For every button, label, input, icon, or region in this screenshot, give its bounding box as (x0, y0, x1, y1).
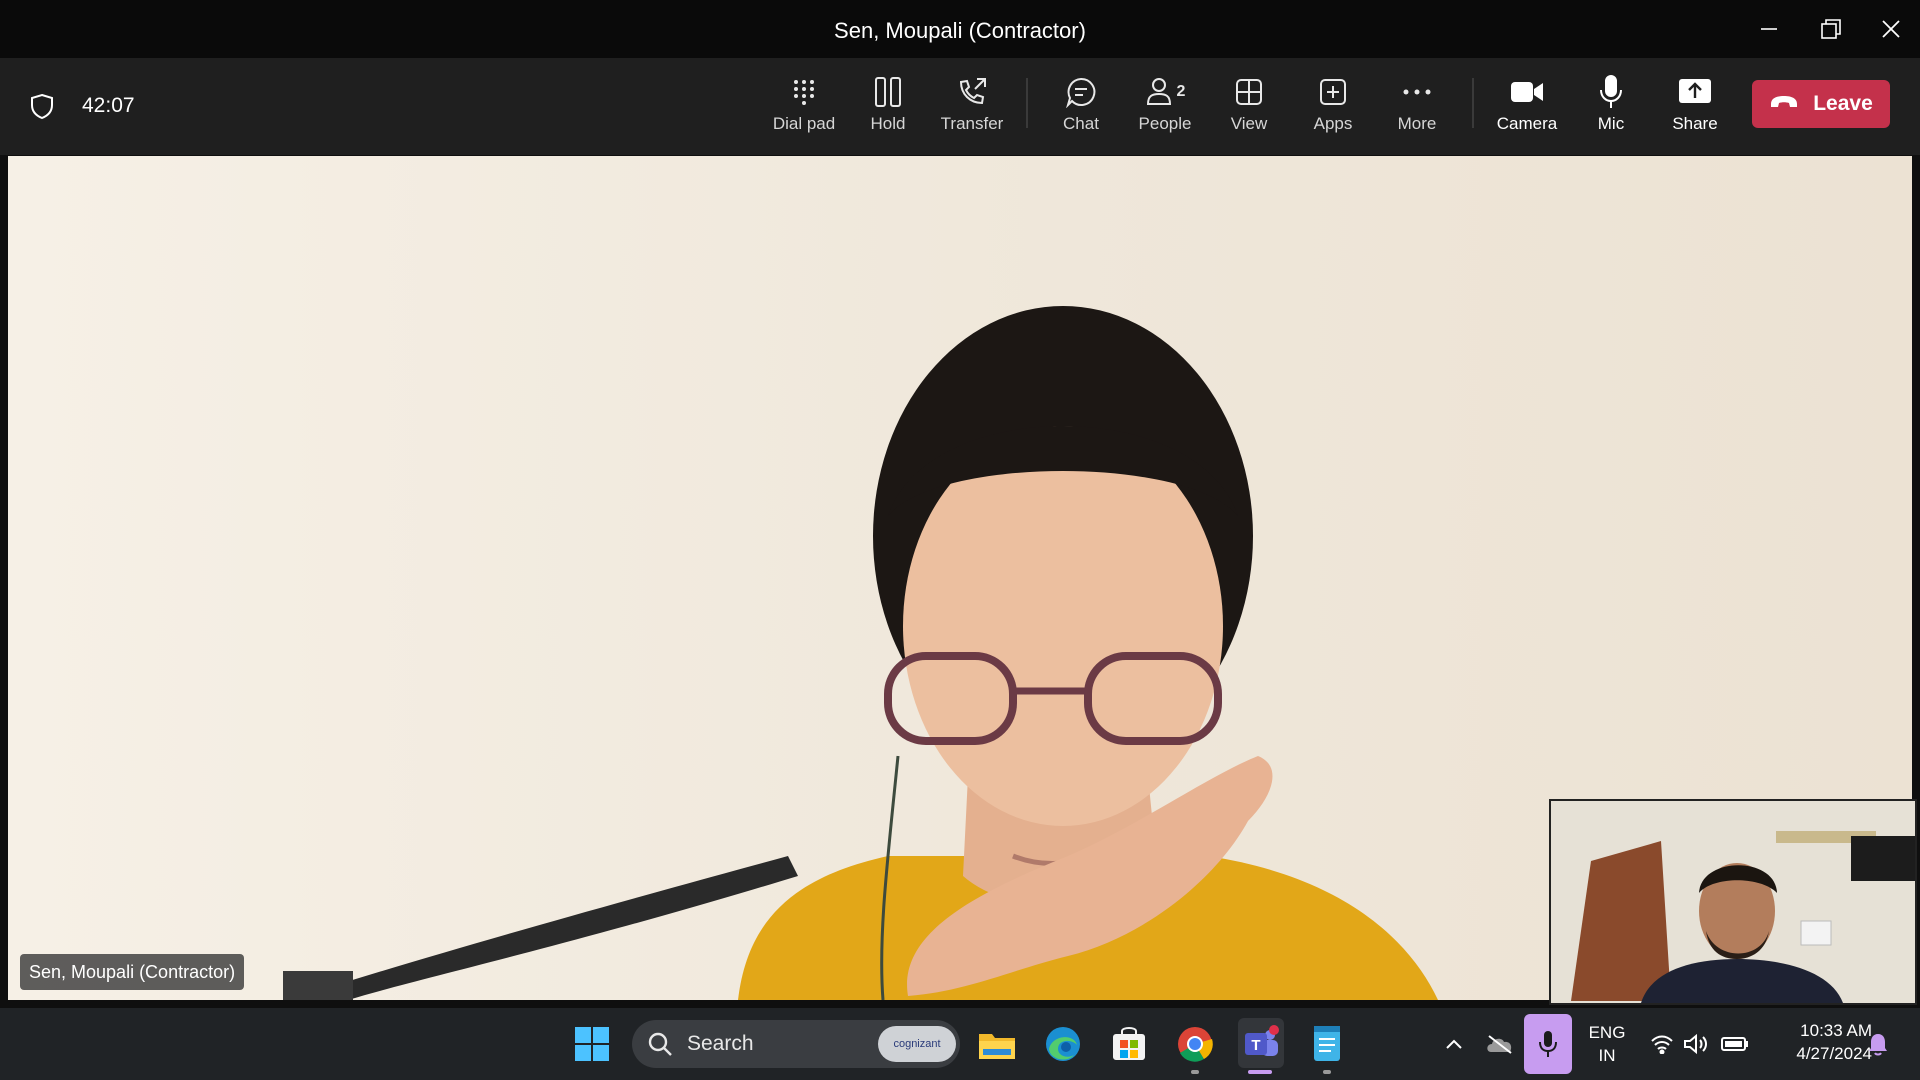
hold-button[interactable]: Hold (848, 74, 928, 140)
title-bar: Sen, Moupali (Contractor) (0, 0, 1920, 58)
notepad-running-indicator (1323, 1070, 1331, 1074)
leave-button[interactable]: Leave (1752, 80, 1890, 128)
people-label: People (1138, 114, 1192, 133)
window-title: Sen, Moupali (Contractor) (834, 18, 1086, 43)
mic-icon (1598, 74, 1624, 110)
camera-button[interactable]: Camera (1487, 74, 1567, 140)
onedrive-offline-icon[interactable] (1484, 1030, 1516, 1058)
call-timer: 42:07 (82, 94, 135, 117)
restore-icon[interactable] (1810, 8, 1852, 50)
hang-up-icon (1769, 92, 1799, 116)
edge-icon[interactable] (1042, 1024, 1084, 1064)
more-label: More (1397, 114, 1437, 133)
self-view-frame (1551, 801, 1915, 1003)
hold-label: Hold (870, 114, 906, 133)
participant-name-label: Sen, Moupali (Contractor) (20, 954, 245, 990)
volume-icon[interactable] (1682, 1030, 1710, 1058)
minimize-icon[interactable] (1748, 8, 1790, 50)
chrome-running-indicator (1191, 1070, 1199, 1074)
chat-icon (1065, 74, 1097, 110)
search-icon (647, 1031, 673, 1062)
transfer-label: Transfer (940, 114, 1004, 133)
transfer-icon (956, 74, 988, 110)
apps-icon (1318, 74, 1348, 110)
chat-label: Chat (1063, 114, 1099, 133)
camera-icon (1510, 74, 1544, 110)
view-button[interactable]: View (1209, 74, 1289, 140)
svg-text:T: T (1251, 1037, 1260, 1054)
people-button[interactable]: 2 People (1125, 74, 1205, 140)
mic-button[interactable]: Mic (1571, 74, 1651, 140)
notification-bell-icon[interactable] (1864, 1030, 1892, 1058)
share-button[interactable]: Share (1655, 74, 1735, 140)
windows-taskbar (0, 1008, 1920, 1080)
share-label: Share (1672, 114, 1718, 133)
toolbar-divider (1026, 78, 1028, 128)
dial-pad-button[interactable]: Dial pad (764, 74, 844, 140)
self-view-video[interactable] (1549, 799, 1917, 1005)
clock-date: 4/27/2024 (1796, 1044, 1872, 1063)
apps-button[interactable]: Apps (1293, 74, 1373, 140)
people-count: 2 (1176, 83, 1186, 100)
search-badge: cognizant (878, 1026, 956, 1062)
chrome-icon[interactable] (1174, 1024, 1216, 1064)
store-icon[interactable] (1108, 1024, 1150, 1064)
search-label: Search (687, 1032, 754, 1055)
chevron-up-icon[interactable] (1440, 1030, 1468, 1058)
more-icon (1402, 74, 1432, 110)
clock-time: 10:33 AM (1800, 1021, 1872, 1040)
toolbar-divider (1472, 78, 1474, 128)
taskbar-search-box[interactable]: Search cognizant (632, 1020, 960, 1068)
dial-pad-label: Dial pad (772, 114, 836, 133)
mic-in-use-icon[interactable] (1524, 1014, 1572, 1074)
more-button[interactable]: More (1377, 74, 1457, 140)
wifi-icon[interactable] (1648, 1030, 1676, 1058)
leave-label: Leave (1813, 92, 1873, 115)
shield-icon (28, 92, 56, 120)
hold-icon (873, 74, 903, 110)
language-code: ENG (1588, 1023, 1626, 1042)
language-indicator[interactable]: ENG IN (1582, 1021, 1632, 1067)
notepad-icon[interactable] (1306, 1024, 1348, 1064)
language-region: IN (1598, 1046, 1616, 1065)
taskbar-clock[interactable]: 10:33 AM 4/27/2024 (1762, 1019, 1872, 1065)
view-icon (1234, 74, 1264, 110)
people-icon: 2 (1145, 74, 1186, 110)
camera-label: Camera (1496, 114, 1558, 133)
apps-label: Apps (1313, 114, 1353, 133)
dial-pad-icon (790, 74, 818, 110)
share-icon (1678, 74, 1712, 110)
close-icon[interactable] (1870, 8, 1912, 50)
windows-start-icon[interactable] (572, 1024, 612, 1064)
teams-icon[interactable]: T (1238, 1018, 1284, 1068)
chat-button[interactable]: Chat (1041, 74, 1121, 140)
teams-active-indicator (1248, 1070, 1272, 1074)
battery-icon[interactable] (1720, 1030, 1750, 1058)
view-label: View (1230, 114, 1268, 133)
file-explorer-icon[interactable] (976, 1024, 1018, 1064)
mic-label: Mic (1597, 114, 1625, 133)
transfer-button[interactable]: Transfer (932, 74, 1012, 140)
